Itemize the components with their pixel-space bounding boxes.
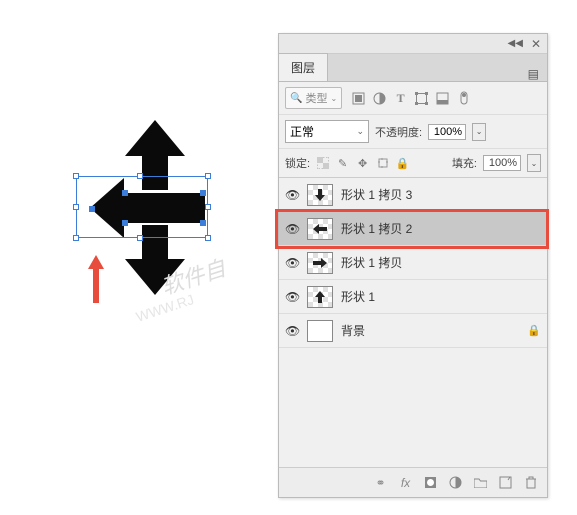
handle-tc[interactable]	[137, 173, 143, 179]
lock-artboard-icon[interactable]	[376, 157, 389, 170]
lock-paint-icon[interactable]: ✎	[336, 157, 349, 170]
layer-thumbnail[interactable]	[307, 320, 333, 342]
visibility-toggle[interactable]: 👁	[285, 188, 299, 202]
opacity-stepper[interactable]: ⌄	[472, 123, 486, 141]
layer-thumbnail[interactable]	[307, 218, 333, 240]
handle-mr[interactable]	[205, 204, 211, 210]
layer-row[interactable]: 👁 形状 1 拷贝 3	[279, 178, 547, 212]
layers-panel: ◀◀ ✕ 图层 ▤ 🔍 类型 ⌄ T 正常⌄ 不透明度: 100% ⌄ 锁定:	[278, 33, 548, 498]
delete-icon[interactable]	[524, 476, 537, 489]
lock-row: 锁定: ✎ ✥ 🔒 填充: 100% ⌄	[279, 149, 547, 178]
visibility-toggle[interactable]: 👁	[285, 324, 299, 338]
lock-label: 锁定:	[285, 155, 310, 171]
layer-row[interactable]: 👁 形状 1 拷贝	[279, 246, 547, 280]
panel-footer: ⚭ fx	[279, 467, 547, 497]
layer-filter-row: 🔍 类型 ⌄ T	[279, 82, 547, 115]
filter-shape-icon[interactable]	[415, 92, 428, 105]
handle-br[interactable]	[205, 235, 211, 241]
panel-menu-icon[interactable]: ▤	[520, 67, 547, 81]
annotation-arrow	[88, 255, 104, 303]
lock-position-icon[interactable]: ✥	[356, 157, 369, 170]
fill-stepper[interactable]: ⌄	[527, 154, 541, 172]
anchor[interactable]	[122, 190, 128, 196]
layer-name[interactable]: 背景	[341, 322, 519, 339]
collapse-icon[interactable]: ◀◀	[508, 38, 523, 49]
layers-list: 👁 形状 1 拷贝 3 👁 形状 1 拷贝 2 👁 形状 1 拷贝 👁 形状 1…	[279, 178, 547, 348]
filter-smart-icon[interactable]	[436, 92, 449, 105]
layer-row[interactable]: 👁 形状 1	[279, 280, 547, 314]
handle-tl[interactable]	[73, 173, 79, 179]
group-icon[interactable]	[474, 476, 487, 489]
mask-icon[interactable]	[424, 476, 437, 489]
filter-adjust-icon[interactable]	[373, 92, 386, 105]
anchor[interactable]	[200, 220, 206, 226]
blend-mode-select[interactable]: 正常⌄	[285, 120, 369, 143]
anchor[interactable]	[122, 220, 128, 226]
lock-icon: 🔒	[527, 324, 541, 337]
fx-icon[interactable]: fx	[399, 476, 412, 489]
panel-tabbar: 图层 ▤	[279, 54, 547, 82]
filter-pixel-icon[interactable]	[352, 92, 365, 105]
filter-type-icon[interactable]: T	[394, 92, 407, 105]
filter-toggle-icon[interactable]	[457, 92, 470, 105]
layer-name[interactable]: 形状 1 拷贝 3	[341, 186, 541, 203]
layer-name[interactable]: 形状 1	[341, 288, 541, 305]
canvas[interactable]	[40, 120, 260, 320]
layer-row[interactable]: 👁 背景 🔒	[279, 314, 547, 348]
layer-thumbnail[interactable]	[307, 286, 333, 308]
selection-bounds[interactable]	[76, 176, 208, 238]
adjustment-icon[interactable]	[449, 476, 462, 489]
handle-tr[interactable]	[205, 173, 211, 179]
fill-label: 填充:	[452, 155, 477, 171]
layer-type-filter[interactable]: 🔍 类型 ⌄	[285, 87, 342, 109]
layer-name[interactable]: 形状 1 拷贝 2	[341, 220, 541, 237]
anchor[interactable]	[200, 190, 206, 196]
new-layer-icon[interactable]	[499, 476, 512, 489]
opacity-label: 不透明度:	[375, 124, 422, 140]
visibility-toggle[interactable]: 👁	[285, 256, 299, 270]
tab-layers[interactable]: 图层	[279, 53, 328, 81]
search-icon: 🔍	[290, 93, 302, 104]
panel-topbar: ◀◀ ✕	[279, 34, 547, 54]
blend-row: 正常⌄ 不透明度: 100% ⌄	[279, 115, 547, 149]
layer-name[interactable]: 形状 1 拷贝	[341, 254, 541, 271]
link-layers-icon[interactable]: ⚭	[374, 476, 387, 489]
handle-ml[interactable]	[73, 204, 79, 210]
opacity-input[interactable]: 100%	[428, 124, 466, 140]
anchor[interactable]	[89, 206, 95, 212]
layer-thumbnail[interactable]	[307, 184, 333, 206]
handle-bc[interactable]	[137, 235, 143, 241]
close-icon[interactable]: ✕	[531, 37, 541, 51]
lock-transparency-icon[interactable]	[316, 157, 329, 170]
layer-thumbnail[interactable]	[307, 252, 333, 274]
fill-input[interactable]: 100%	[483, 155, 521, 171]
handle-bl[interactable]	[73, 235, 79, 241]
visibility-toggle[interactable]: 👁	[285, 290, 299, 304]
chevron-down-icon: ⌄	[330, 94, 337, 103]
lock-all-icon[interactable]: 🔒	[396, 157, 409, 170]
layer-row[interactable]: 👁 形状 1 拷贝 2	[279, 212, 547, 246]
visibility-toggle[interactable]: 👁	[285, 222, 299, 236]
